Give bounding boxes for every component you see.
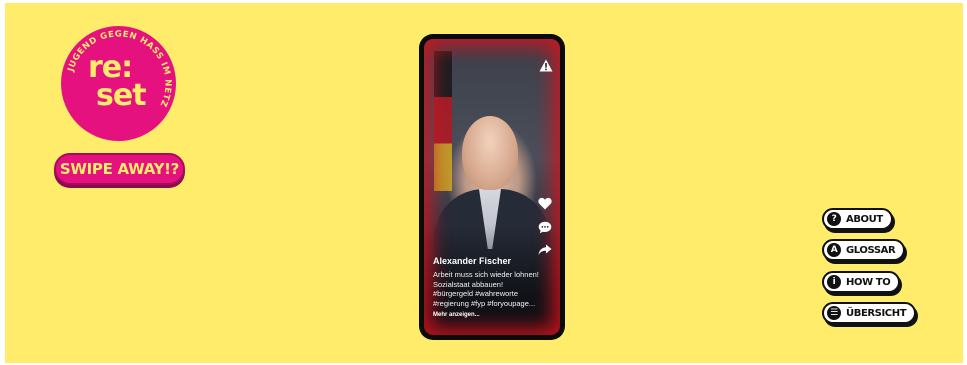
person-head (462, 116, 518, 190)
caption-line: Arbeit muss sich wieder lohnen! (433, 270, 539, 279)
flag-backdrop (434, 51, 452, 191)
video-post[interactable]: Alexander Fischer Arbeit muss sich wiede… (424, 39, 560, 335)
warning-icon[interactable] (539, 59, 553, 72)
logo-line-2: set (96, 78, 147, 113)
info-icon: i (827, 275, 841, 289)
logo-wordmark: re: set (88, 53, 158, 113)
comment-icon[interactable] (538, 221, 552, 234)
caption-line: Sozialstaat abbauen! (433, 279, 504, 289)
post-author[interactable]: Alexander Fischer (433, 256, 511, 266)
share-icon[interactable] (538, 244, 552, 256)
app-stage: JUGEND GEGEN HASS IM NETZ re: set SWIPE … (5, 3, 963, 363)
glossary-label: GLOSSAR (846, 244, 896, 256)
swipe-away-button[interactable]: SWIPE AWAY!? (54, 153, 185, 185)
list-icon: ☰ (827, 306, 841, 320)
caption-line: #bürgergeld #wahreworte (433, 289, 519, 299)
how-to-button[interactable]: i HOW TO (822, 271, 901, 293)
about-button[interactable]: ? ABOUT (822, 208, 893, 230)
overview-label: ÜBERSICHT (846, 307, 907, 319)
show-more-link[interactable]: Mehr anzeigen... (433, 312, 480, 318)
glossary-icon: A (827, 243, 841, 257)
glossary-button[interactable]: A GLOSSAR (822, 239, 906, 261)
heart-icon[interactable] (538, 197, 552, 210)
reset-logo[interactable]: JUGEND GEGEN HASS IM NETZ re: set (61, 26, 176, 141)
overview-button[interactable]: ☰ ÜBERSICHT (822, 302, 917, 324)
how-to-label: HOW TO (846, 276, 891, 288)
about-label: ABOUT (846, 213, 883, 225)
question-icon: ? (827, 212, 841, 226)
caption-line: #regierung #fyp #foryoupage... (433, 298, 536, 308)
phone-frame: Alexander Fischer Arbeit muss sich wiede… (419, 34, 565, 340)
post-caption: Arbeit muss sich wieder lohnen! Sozialst… (433, 270, 551, 308)
